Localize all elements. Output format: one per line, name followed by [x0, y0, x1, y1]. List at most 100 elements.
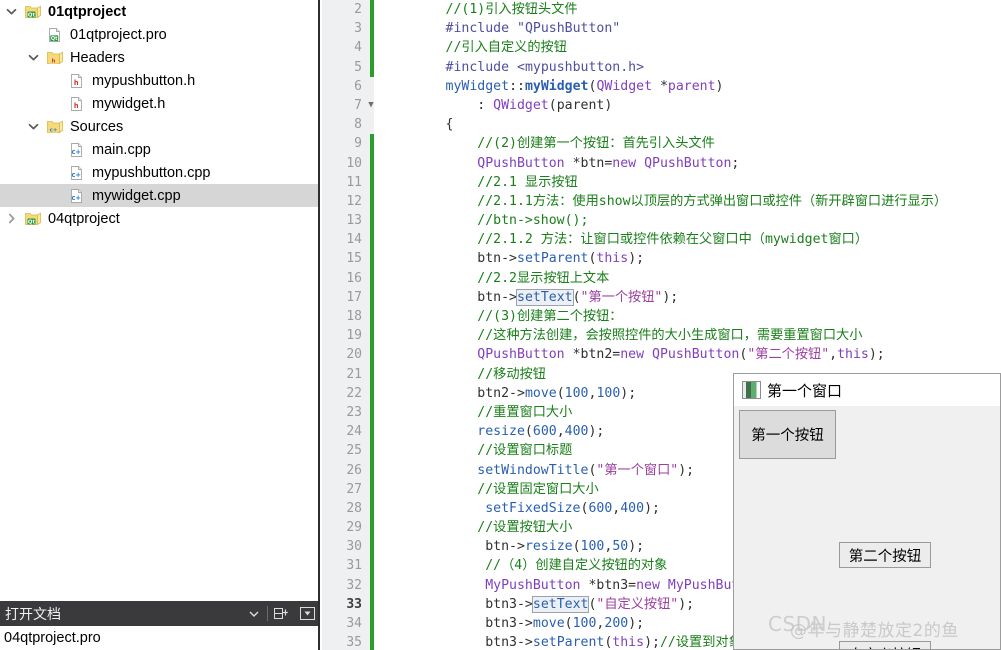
code-token: * [580, 577, 597, 593]
editor-line[interactable]: 13 //btn->show(); [322, 211, 1001, 230]
tree-item-01qtproject[interactable]: Qt 01qtproject [0, 0, 318, 23]
chevron-down-icon[interactable] [0, 6, 22, 17]
line-number: 31 [346, 558, 362, 574]
code-token: //(3)创建第二个按钮： [477, 309, 623, 324]
code-token: move [524, 385, 557, 401]
code-text[interactable]: myWidget::myWidget(QWidget *parent) [382, 77, 724, 96]
qt-button-custom[interactable]: 自定义按钮 [839, 641, 931, 649]
editor-line[interactable]: 14 //2.1.2 方法：让窗口或控件依赖在父窗口中（mywidget窗口） [322, 230, 1001, 249]
code-token: QPushButton [644, 155, 732, 171]
code-text[interactable]: //2.1.1方法：使用show以顶层的方式弹出窗口或控件（新开辟窗口进行显示） [382, 192, 947, 211]
symbol-link[interactable]: setText [516, 288, 574, 306]
code-text[interactable]: btn3->move(100,200); [382, 614, 644, 633]
editor-line[interactable]: 3 #include "QPushButton" [322, 19, 1001, 38]
close-panel-icon[interactable] [294, 601, 318, 626]
code-text[interactable]: //重置窗口大小 [382, 403, 572, 422]
tree-item-label: 04qtproject [48, 210, 120, 227]
code-text[interactable]: //2.2显示按钮上文本 [382, 269, 609, 288]
editor-line[interactable]: 19 //这种方法创建，会按照控件的大小生成窗口，需要重置窗口大小 [322, 326, 1001, 345]
editor-line[interactable]: 8 { [322, 115, 1001, 134]
tree-item-mywidget-h[interactable]: h mywidget.h [0, 92, 318, 115]
code-token: "自定义按钮" [596, 596, 679, 612]
tree-item-mywidget-cpp[interactable]: c+ mywidget.cpp [0, 184, 318, 207]
editor-line[interactable]: 4 //引入自定义的按钮 [322, 38, 1001, 57]
line-number: 33 [346, 596, 362, 612]
code-text[interactable]: btn3->setText("自定义按钮"); [382, 595, 694, 614]
code-text[interactable]: //(3)创建第二个按钮： [382, 307, 622, 326]
editor-line[interactable]: 6 myWidget::myWidget(QWidget *parent) [322, 77, 1001, 96]
code-text[interactable]: //2.1.2 方法：让窗口或控件依赖在父窗口中（mywidget窗口） [382, 230, 868, 249]
code-text[interactable]: setWindowTitle("第一个窗口"); [382, 461, 694, 480]
line-number: 5 [354, 59, 362, 75]
editor-line[interactable]: 15 btn->setParent(this); [322, 249, 1001, 268]
code-text[interactable]: //（4）创建自定义按钮的对象 [382, 556, 667, 575]
code-token: * [652, 78, 668, 94]
editor-line[interactable]: 2 //(1)引入按钮头文件 [322, 0, 1001, 19]
code-token: ( [548, 97, 557, 113]
code-text[interactable]: //这种方法创建，会按照控件的大小生成窗口，需要重置窗口大小 [382, 326, 862, 345]
code-text[interactable]: //(1)引入按钮头文件 [382, 0, 578, 19]
open-documents-list[interactable]: 04qtproject.pro [0, 626, 318, 650]
code-text[interactable]: //设置按钮大小 [382, 518, 572, 537]
editor-line[interactable]: 18 //(3)创建第二个按钮： [322, 307, 1001, 326]
qt-application-window[interactable]: 第一个窗口 第一个按钮 第二个按钮 自定义按钮 [733, 373, 1001, 650]
code-text[interactable]: //(2)创建第一个按钮：首先引入头文件 [382, 134, 715, 153]
editor-line[interactable]: 17 btn->setText("第一个按钮"); [322, 288, 1001, 307]
tree-item-headers[interactable]: h Headers [0, 46, 318, 69]
editor-line[interactable]: 7 ▼ : QWidget(parent) [322, 96, 1001, 115]
code-text[interactable]: btn3->setParent(this);//设置到对象树中 [382, 633, 768, 650]
code-text[interactable]: resize(600,400); [382, 422, 604, 441]
code-text[interactable]: btn2->move(100,100); [382, 384, 636, 403]
editor-line[interactable]: 12 //2.1.1方法：使用show以顶层的方式弹出窗口或控件（新开辟窗口进行… [322, 192, 1001, 211]
code-text[interactable]: #include <mypushbutton.h> [382, 58, 645, 77]
project-tree[interactable]: Qt 01qtproject Qt 01qtproject.pro h Headers h m… [0, 0, 318, 596]
tree-item-mypushbutton-cpp[interactable]: c+ mypushbutton.cpp [0, 161, 318, 184]
editor-line[interactable]: 5 #include <mypushbutton.h> [322, 58, 1001, 77]
code-text[interactable]: //移动按钮 [382, 365, 546, 384]
code-text[interactable]: //btn->show(); [382, 211, 588, 230]
code-text[interactable]: { [382, 115, 454, 134]
code-token: 100 [580, 539, 605, 555]
code-text[interactable]: btn->resize(100,50); [382, 537, 644, 556]
code-text[interactable]: btn->setText("第一个按钮"); [382, 288, 678, 307]
code-text[interactable]: : QWidget(parent) [382, 96, 612, 115]
code-text[interactable]: //设置固定窗口大小 [382, 480, 598, 499]
qt-button-second[interactable]: 第二个按钮 [839, 542, 931, 568]
code-text[interactable]: //引入自定义的按钮 [382, 38, 567, 57]
tree-item-04qtproject[interactable]: Qt 04qtproject [0, 207, 318, 230]
code-text[interactable]: QPushButton *btn=new QPushButton; [382, 154, 739, 173]
fold-marker-icon[interactable]: ▼ [364, 96, 378, 115]
editor-line[interactable]: 11 //2.1 显示按钮 [322, 173, 1001, 192]
code-token: ( [556, 385, 565, 401]
code-text[interactable]: setFixedSize(600,400); [382, 499, 660, 518]
symbol-link[interactable]: setText [531, 595, 590, 613]
open-document-item[interactable]: 04qtproject.pro [0, 630, 318, 646]
tree-item-main-cpp[interactable]: c+ main.cpp [0, 138, 318, 161]
code-text[interactable]: //设置窗口标题 [382, 441, 572, 460]
editor-line[interactable]: 10 QPushButton *btn=new QPushButton; [322, 154, 1001, 173]
editor-line[interactable]: 9 //(2)创建第一个按钮：首先引入头文件 [322, 134, 1001, 153]
chevron-down-icon[interactable] [22, 52, 44, 63]
code-text[interactable]: #include "QPushButton" [382, 19, 621, 38]
code-text[interactable]: MyPushButton *btn3=new MyPushButton; [382, 576, 771, 595]
code-token: ); [644, 500, 660, 516]
chevron-right-icon[interactable] [0, 213, 22, 224]
code-text[interactable]: //2.1 显示按钮 [382, 173, 577, 192]
chevron-down-icon[interactable] [241, 601, 267, 626]
code-text[interactable]: btn->setParent(this); [382, 249, 644, 268]
tree-item-mypushbutton-h[interactable]: h mypushbutton.h [0, 69, 318, 92]
chevron-down-icon[interactable] [22, 121, 44, 132]
tree-item-01qtproject-pro[interactable]: Qt 01qtproject.pro [0, 23, 318, 46]
tree-item-sources[interactable]: c+ Sources [0, 115, 318, 138]
code-token: btn3 [485, 635, 517, 650]
split-editor-icon[interactable] [268, 601, 294, 626]
qt-window-titlebar[interactable]: 第一个窗口 [734, 374, 1000, 406]
editor-line[interactable]: 20 QPushButton *btn2=new QPushButton("第二… [322, 345, 1001, 364]
editor-line[interactable]: 16 //2.2显示按钮上文本 [322, 269, 1001, 288]
qt-button-first[interactable]: 第一个按钮 [739, 410, 836, 459]
tree-item-label: Sources [70, 118, 124, 135]
code-text[interactable]: QPushButton *btn2=new QPushButton("第二个按钮… [382, 345, 884, 364]
